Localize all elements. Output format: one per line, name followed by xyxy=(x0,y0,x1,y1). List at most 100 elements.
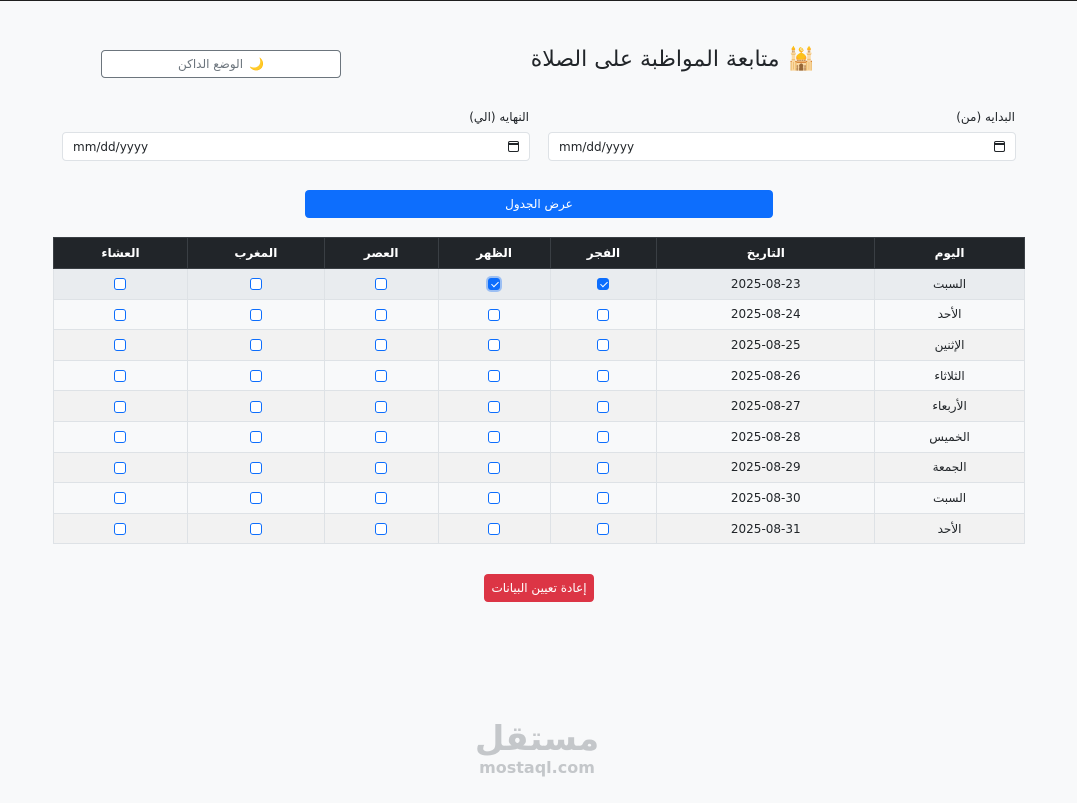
table-row: الجمعة 2025-08-29 xyxy=(53,451,1025,484)
cell-asr xyxy=(323,298,439,331)
maghrib-checkbox[interactable] xyxy=(249,278,262,291)
fajr-checkbox[interactable] xyxy=(597,400,610,413)
from-date-input[interactable]: mm/dd/yyyy xyxy=(548,132,1016,161)
fajr-checkbox[interactable] xyxy=(597,461,610,474)
isha-checkbox[interactable] xyxy=(114,523,127,536)
cell-maghrib xyxy=(186,482,325,514)
cell-date: 2025-08-27 xyxy=(656,390,876,422)
from-date-placeholder: mm/dd/yyyy xyxy=(559,139,635,154)
cell-isha xyxy=(53,359,188,392)
cell-asr xyxy=(323,482,439,514)
fajr-checkbox[interactable] xyxy=(597,370,610,383)
to-date-placeholder: mm/dd/yyyy xyxy=(73,139,149,154)
cell-fajr xyxy=(549,268,658,300)
cell-maghrib xyxy=(186,329,325,361)
asr-checkbox[interactable] xyxy=(375,400,388,413)
isha-checkbox[interactable] xyxy=(114,370,127,383)
cell-fajr xyxy=(549,390,658,422)
cell-fajr xyxy=(549,512,658,545)
asr-checkbox[interactable] xyxy=(375,339,388,352)
cell-fajr xyxy=(549,329,658,361)
dhuhr-checkbox[interactable] xyxy=(488,492,501,505)
table-row: الإثنين 2025-08-25 xyxy=(53,329,1025,361)
maghrib-checkbox[interactable] xyxy=(249,308,262,321)
page-header: 🕌 متابعة المواظبة على الصلاة 🌙 الوضع الدا… xyxy=(0,45,1077,81)
asr-checkbox[interactable] xyxy=(375,461,388,474)
asr-checkbox[interactable] xyxy=(375,523,388,536)
isha-checkbox[interactable] xyxy=(114,339,127,352)
isha-checkbox[interactable] xyxy=(114,492,127,505)
cell-day: الأربعاء xyxy=(874,390,1025,422)
fajr-checkbox[interactable] xyxy=(597,339,610,352)
asr-checkbox[interactable] xyxy=(375,431,388,444)
cell-isha xyxy=(53,451,188,484)
cell-maghrib xyxy=(186,451,325,484)
cell-asr xyxy=(323,451,439,484)
maghrib-checkbox[interactable] xyxy=(249,461,262,474)
cell-isha xyxy=(53,298,188,331)
cell-isha xyxy=(53,420,188,453)
maghrib-checkbox[interactable] xyxy=(249,339,262,352)
table-row: السبت 2025-08-30 xyxy=(53,482,1025,514)
show-table-button[interactable]: عرض الجدول xyxy=(305,190,773,218)
header-asr: العصر xyxy=(323,237,439,269)
table-body: السبت 2025-08-23 الأحد 2025-08-24 الإثنين 202… xyxy=(53,268,1025,545)
fajr-checkbox[interactable] xyxy=(597,492,610,505)
cell-isha xyxy=(53,268,188,300)
table-header-row: اليوم التاريخ الفجر الظهر العصر المغرب ا… xyxy=(53,237,1025,269)
cell-dhuhr xyxy=(437,268,551,300)
cell-day: الثلاثاء xyxy=(874,359,1025,392)
asr-checkbox[interactable] xyxy=(375,278,388,291)
header-isha: العشاء xyxy=(53,237,188,269)
fajr-checkbox[interactable] xyxy=(597,278,610,291)
cell-fajr xyxy=(549,482,658,514)
cell-day: الإثنين xyxy=(874,329,1025,361)
page-title: 🕌 متابعة المواظبة على الصلاة xyxy=(531,47,815,72)
isha-checkbox[interactable] xyxy=(114,308,127,321)
fajr-checkbox[interactable] xyxy=(597,308,610,321)
maghrib-checkbox[interactable] xyxy=(249,431,262,444)
dhuhr-checkbox[interactable] xyxy=(488,461,501,474)
asr-checkbox[interactable] xyxy=(375,492,388,505)
dark-mode-button[interactable]: 🌙 الوضع الداكن xyxy=(101,50,341,78)
fajr-checkbox[interactable] xyxy=(597,431,610,444)
cell-day: السبت xyxy=(874,268,1025,300)
dhuhr-checkbox[interactable] xyxy=(488,278,501,291)
isha-checkbox[interactable] xyxy=(114,431,127,444)
cell-isha xyxy=(53,482,188,514)
isha-checkbox[interactable] xyxy=(114,278,127,291)
cell-asr xyxy=(323,329,439,361)
maghrib-checkbox[interactable] xyxy=(249,523,262,536)
dhuhr-checkbox[interactable] xyxy=(488,431,501,444)
cell-fajr xyxy=(549,359,658,392)
asr-checkbox[interactable] xyxy=(375,370,388,383)
cell-date: 2025-08-31 xyxy=(656,512,876,545)
asr-checkbox[interactable] xyxy=(375,308,388,321)
dhuhr-checkbox[interactable] xyxy=(488,339,501,352)
isha-checkbox[interactable] xyxy=(114,461,127,474)
cell-day: الجمعة xyxy=(874,451,1025,484)
cell-asr xyxy=(323,390,439,422)
calendar-icon[interactable] xyxy=(508,141,519,152)
cell-fajr xyxy=(549,298,658,331)
cell-day: السبت xyxy=(874,482,1025,514)
dhuhr-checkbox[interactable] xyxy=(488,523,501,536)
cell-date: 2025-08-25 xyxy=(656,329,876,361)
calendar-icon[interactable] xyxy=(994,141,1005,152)
maghrib-checkbox[interactable] xyxy=(249,370,262,383)
cell-maghrib xyxy=(186,359,325,392)
maghrib-checkbox[interactable] xyxy=(249,400,262,413)
cell-maghrib xyxy=(186,512,325,545)
cell-dhuhr xyxy=(437,451,551,484)
cell-date: 2025-08-30 xyxy=(656,482,876,514)
dhuhr-checkbox[interactable] xyxy=(488,400,501,413)
dhuhr-checkbox[interactable] xyxy=(488,370,501,383)
to-date-input[interactable]: mm/dd/yyyy xyxy=(62,132,530,161)
cell-dhuhr xyxy=(437,298,551,331)
dhuhr-checkbox[interactable] xyxy=(488,308,501,321)
reset-data-button[interactable]: إعادة تعيين البيانات xyxy=(484,574,594,602)
fajr-checkbox[interactable] xyxy=(597,523,610,536)
isha-checkbox[interactable] xyxy=(114,400,127,413)
maghrib-checkbox[interactable] xyxy=(249,492,262,505)
cell-asr xyxy=(323,359,439,392)
